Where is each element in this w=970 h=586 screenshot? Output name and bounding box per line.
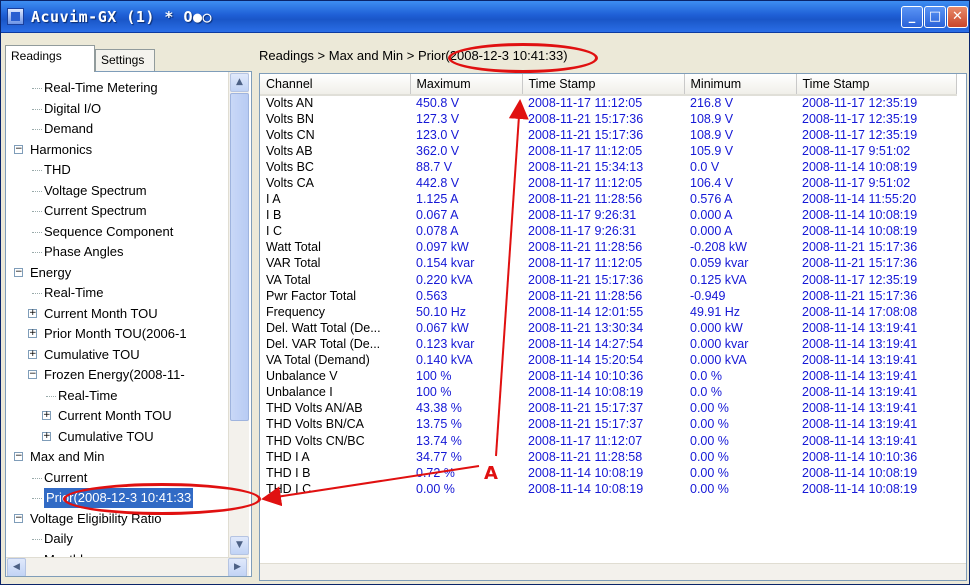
annotation-label: A xyxy=(484,463,498,484)
annotation-arrows: A xyxy=(261,99,529,507)
arrow-to-timestamp xyxy=(495,99,529,457)
tab-readings[interactable]: Readings xyxy=(5,45,95,72)
arrow-to-tree xyxy=(261,465,480,507)
app-window: Acuvim-GX (1) * O●○ _ □ ✕ Readings Setti… xyxy=(0,0,970,585)
